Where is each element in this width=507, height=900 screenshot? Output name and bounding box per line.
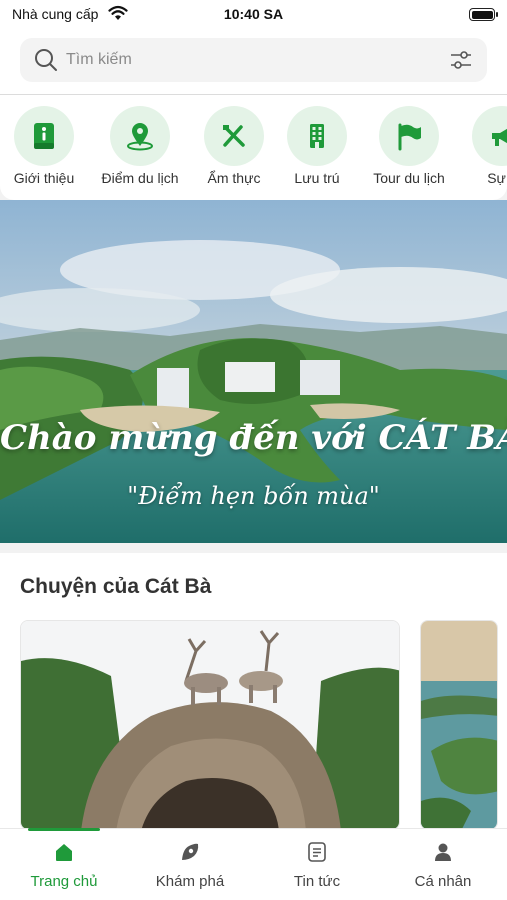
tab-label: Trang chủ [30,873,98,890]
fork-knife-icon [204,106,264,166]
category-label: Sự k [487,170,507,186]
stories-section: Chuyện của Cát Bà [0,553,507,830]
battery-icon [469,8,498,21]
category-strip[interactable]: Giới thiệu Điểm du lịch Ẩm thực Lưu trú … [0,104,507,194]
tab-label: Khám phá [155,873,225,890]
tab-home[interactable]: Trang chủ [1,829,127,900]
search-bar[interactable] [20,38,487,82]
user-icon [435,843,451,861]
news-icon [308,842,326,862]
divider [0,94,507,95]
bottom-tab-bar: Trang chủ Khám phá Tin tức Cá nhân [0,828,507,900]
welcome-banner[interactable]: Chào mừng đến với CÁT BÀ "Điểm hẹn bốn m… [0,200,507,543]
tab-news[interactable]: Tin tức [254,829,380,900]
section-title: Chuyện của Cát Bà [20,575,212,598]
flag-icon [379,106,439,166]
tab-label: Cá nhân [414,873,472,890]
tab-explore[interactable]: Khám phá [127,829,253,900]
compass-icon [182,843,199,860]
search-input[interactable] [66,38,426,82]
story-card[interactable] [420,620,498,830]
story-image [421,621,497,829]
home-icon [56,844,72,861]
info-book-icon [14,106,74,166]
header: Giới thiệu Điểm du lịch Ẩm thực [0,30,507,200]
tab-label: Tin tức [293,873,341,890]
banner-title: Chào mừng đến với CÁT BÀ [0,418,507,458]
clock: 10:40 SA [223,6,284,22]
map-pin-icon [110,106,170,166]
story-card[interactable] [20,620,400,830]
megaphone-icon [472,106,507,166]
banner-subtitle: "Điểm hẹn bốn mùa" [127,482,380,510]
building-icon [287,106,347,166]
story-image [21,621,399,829]
sliders-icon[interactable] [449,48,473,72]
category-events[interactable]: Sự k [452,104,507,194]
tab-profile[interactable]: Cá nhân [380,829,506,900]
search-icon [35,49,57,71]
status-bar: Nhà cung cấp 10:40 SA [0,0,507,30]
